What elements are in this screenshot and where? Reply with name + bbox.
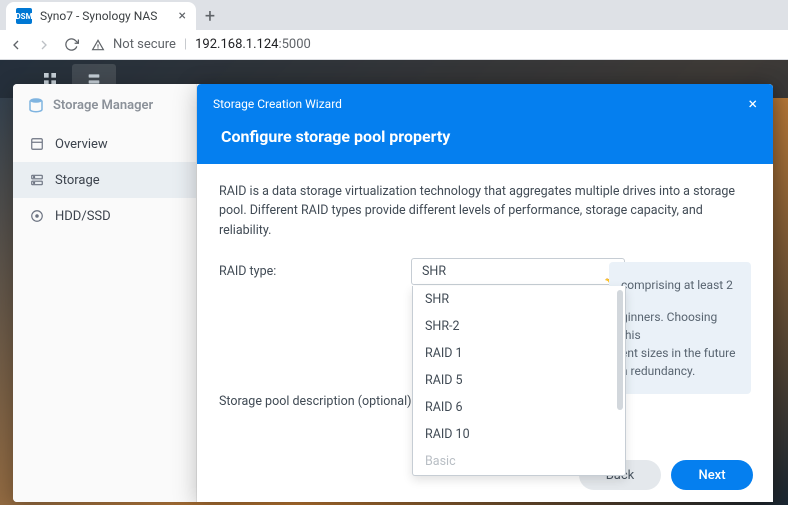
url-host: 192.168.1.124 xyxy=(195,37,278,52)
raid-type-dropdown: SHR SHR-2 RAID 1 RAID 5 RAID 6 RAID 10 B… xyxy=(412,286,626,476)
favicon-icon: DSM xyxy=(16,8,32,24)
browser-tab-bar: DSM Syno7 - Synology NAS × + xyxy=(0,0,788,30)
description-row: Storage pool description (optional): xyxy=(219,394,415,409)
back-icon[interactable] xyxy=(8,37,24,53)
raid-option[interactable]: SHR xyxy=(413,286,625,313)
hint-text-line: ginners. Choosing this xyxy=(621,308,739,344)
description-label: Storage pool description (optional): xyxy=(219,394,415,409)
wizard-intro-text: RAID is a data storage virtualization te… xyxy=(219,182,751,240)
sidebar-item-label: Storage xyxy=(55,173,100,188)
raid-option[interactable]: Basic xyxy=(413,448,625,475)
sidebar-item-overview[interactable]: Overview xyxy=(13,126,196,162)
url-port: :5000 xyxy=(278,37,310,52)
wizard-body: RAID is a data storage virtualization te… xyxy=(197,164,773,448)
raid-hint-box: comprising at least 2 ginners. Choosing … xyxy=(609,262,751,394)
wizard-header: Storage Creation Wizard × Configure stor… xyxy=(197,84,773,164)
raid-option[interactable]: SHR-2 xyxy=(413,313,625,340)
app-title-text: Storage Manager xyxy=(53,98,153,113)
security-label: Not secure xyxy=(113,37,176,52)
storage-creation-wizard: Storage Creation Wizard × Configure stor… xyxy=(197,84,773,502)
tab-title: Syno7 - Synology NAS xyxy=(40,9,157,23)
wizard-title: Storage Creation Wizard xyxy=(213,97,342,111)
address-bar[interactable]: Not secure | 192.168.1.124:5000 xyxy=(91,37,780,52)
browser-tab[interactable]: DSM Syno7 - Synology NAS × xyxy=(6,2,196,30)
raid-option[interactable]: RAID 5 xyxy=(413,367,625,394)
tab-close-icon[interactable]: × xyxy=(179,8,186,24)
raid-option[interactable]: RAID 10 xyxy=(413,421,625,448)
hint-text-line: comprising at least 2 xyxy=(621,276,739,294)
sidebar-item-label: HDD/SSD xyxy=(55,209,111,224)
browser-toolbar: Not secure | 192.168.1.124:5000 xyxy=(0,30,788,60)
hint-text-line: ent sizes in the future xyxy=(621,344,739,362)
next-button[interactable]: Next xyxy=(671,460,753,490)
raid-option[interactable]: RAID 1 xyxy=(413,340,625,367)
sidebar-item-hdd-ssd[interactable]: HDD/SSD xyxy=(13,198,196,234)
storage-manager-sidebar: Storage Manager Overview Storage HDD/SSD xyxy=(13,84,197,502)
forward-icon[interactable] xyxy=(36,37,52,53)
raid-type-label: RAID type: xyxy=(219,264,411,279)
storage-icon xyxy=(29,172,45,188)
storage-manager-icon xyxy=(27,96,45,114)
sidebar-item-storage[interactable]: Storage xyxy=(13,162,196,198)
scrollbar[interactable] xyxy=(617,290,623,410)
app-title: Storage Manager xyxy=(13,84,196,126)
reload-icon[interactable] xyxy=(64,37,79,52)
wizard-heading: Configure storage pool property xyxy=(213,113,757,164)
warning-icon xyxy=(91,38,105,52)
close-icon[interactable]: × xyxy=(748,94,757,113)
raid-option[interactable]: RAID 6 xyxy=(413,394,625,421)
raid-type-select[interactable]: SHR ▾ 👆 SHR SHR-2 RAID 1 RAID 5 RAID 6 R… xyxy=(411,258,625,285)
hdd-icon xyxy=(29,208,45,224)
overview-icon xyxy=(29,136,45,152)
raid-type-selected-value: SHR xyxy=(422,264,446,279)
new-tab-button[interactable]: + xyxy=(196,2,224,30)
hint-text-line: a redundancy. xyxy=(621,362,739,380)
sidebar-item-label: Overview xyxy=(55,137,108,152)
